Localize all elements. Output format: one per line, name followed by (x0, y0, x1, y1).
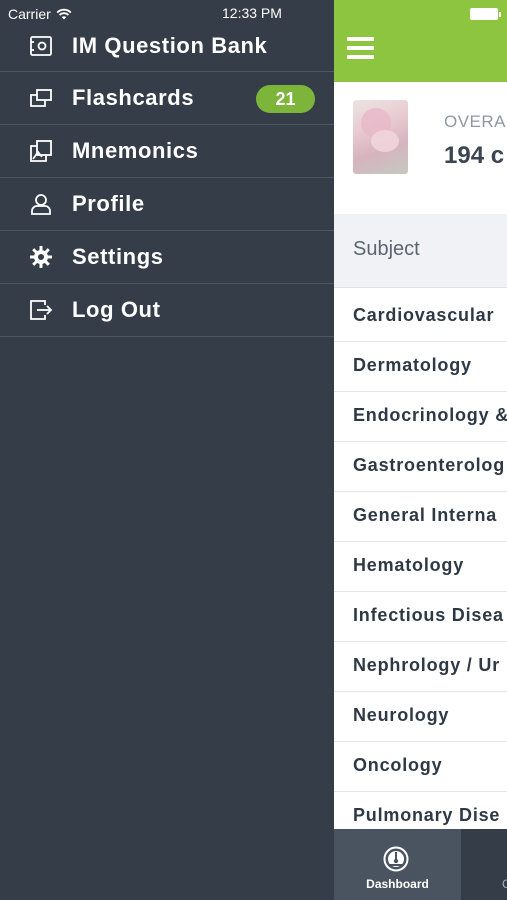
list-item[interactable]: Cardiovascular (334, 292, 507, 342)
menu-label: IM Question Bank (72, 32, 268, 58)
menu-label: Profile (72, 191, 145, 216)
subject-name: Oncology (353, 755, 443, 775)
list-item[interactable]: Nephrology / Ur (334, 642, 507, 692)
logout-icon (29, 298, 53, 322)
profile-icon (29, 192, 53, 216)
list-item[interactable]: Hematology (334, 542, 507, 592)
menu-label: Settings (72, 244, 164, 269)
list-item[interactable]: General Interna (334, 492, 507, 542)
subject-column-header: Subject (334, 214, 507, 288)
tab-next-label: C (502, 877, 507, 891)
mnemonics-icon (29, 139, 53, 163)
gear-icon (29, 245, 53, 269)
subject-name: Endocrinology & (353, 405, 507, 425)
battery-icon (470, 8, 501, 20)
tab-next[interactable]: C (461, 829, 507, 900)
menu-item-profile[interactable]: Profile (0, 178, 334, 231)
tab-dashboard[interactable]: Dashboard (334, 829, 461, 900)
tab-dashboard-label: Dashboard (366, 877, 429, 891)
main-panel: OVERAL 194 c Subject Cardiovascular Derm… (334, 0, 507, 900)
subject-header-label: Subject (353, 238, 420, 260)
overall-label: OVERAL (444, 112, 507, 131)
menu-icon[interactable] (347, 37, 374, 59)
overall-value: 194 c (444, 142, 505, 169)
wifi-icon (56, 8, 72, 20)
flashcards-count-badge: 21 (256, 85, 315, 113)
subject-list: Cardiovascular Dermatology Endocrinology… (334, 292, 507, 842)
subject-name: Nephrology / Ur (353, 655, 501, 675)
subject-name: Cardiovascular (353, 305, 495, 325)
menu-label: Mnemonics (72, 138, 199, 163)
menu-item-flashcards[interactable]: Flashcards 21 (0, 72, 334, 125)
subject-name: Gastroenterolog (353, 455, 506, 475)
menu-item-im-question-bank[interactable]: IM Question Bank (0, 20, 334, 72)
menu-item-settings[interactable]: Settings (0, 231, 334, 284)
drawer-menu: IM Question Bank Flashcards 21 Mnemonics (0, 20, 334, 337)
menu-label: Flashcards (72, 85, 195, 110)
bottom-tab-bar: Dashboard C (334, 829, 507, 900)
question-bank-icon (29, 34, 53, 58)
status-time: 12:33 PM (222, 5, 282, 21)
list-item[interactable]: Infectious Disea (334, 592, 507, 642)
subject-name: Infectious Disea (353, 605, 504, 625)
list-item[interactable]: Endocrinology & (334, 392, 507, 442)
subject-name: Dermatology (353, 355, 472, 375)
menu-item-log-out[interactable]: Log Out (0, 284, 334, 337)
top-nav-bar (334, 0, 507, 82)
list-item[interactable]: Gastroenterolog (334, 442, 507, 492)
overall-summary: OVERAL 194 c (334, 82, 507, 214)
menu-item-mnemonics[interactable]: Mnemonics (0, 125, 334, 178)
list-item[interactable]: Oncology (334, 742, 507, 792)
subject-name: Hematology (353, 555, 465, 575)
list-item[interactable]: Neurology (334, 692, 507, 742)
subject-name: Neurology (353, 705, 450, 725)
flashcards-icon (29, 86, 53, 110)
menu-label: Log Out (72, 297, 161, 322)
subject-name: Pulmonary Dise (353, 805, 501, 825)
subject-name: General Interna (353, 505, 498, 525)
avatar[interactable] (353, 100, 408, 174)
dashboard-icon (383, 846, 409, 872)
list-item[interactable]: Dermatology (334, 342, 507, 392)
navigation-drawer: Carrier 12:33 PM IM Question Bank Flashc… (0, 0, 334, 900)
